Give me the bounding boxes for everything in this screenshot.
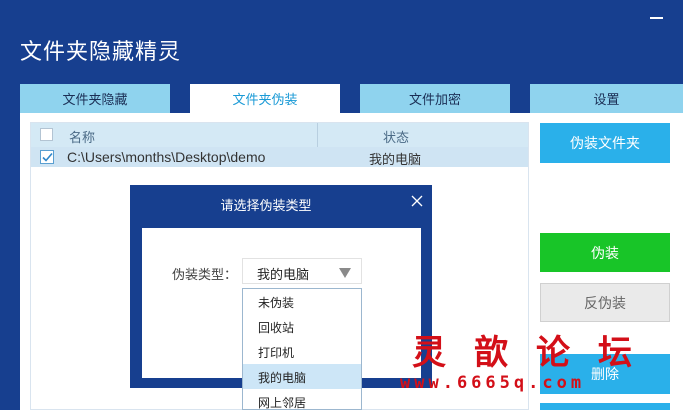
tab-settings[interactable]: 设置 xyxy=(530,84,683,113)
table-row[interactable]: C:\Users\months\Desktop\demo 我的电脑 xyxy=(31,147,528,168)
tab-folder-hide[interactable]: 文件夹隐藏 xyxy=(20,84,170,113)
undisguise-button[interactable]: 反伪装 xyxy=(540,283,670,322)
column-divider[interactable] xyxy=(317,123,318,147)
row-path: C:\Users\months\Desktop\demo xyxy=(67,149,266,165)
column-header-name[interactable]: 名称 xyxy=(69,127,95,146)
minimize-icon[interactable] xyxy=(646,10,668,26)
disguise-type-select[interactable]: 我的电脑 xyxy=(242,258,362,284)
watermark-title: 灵歆论坛 xyxy=(412,333,660,373)
tab-folder-disguise[interactable]: 文件夹伪装 xyxy=(190,84,340,113)
column-header-status[interactable]: 状态 xyxy=(383,127,409,146)
close-icon[interactable] xyxy=(409,193,425,209)
dialog-title: 请选择伪装类型 xyxy=(220,199,312,214)
disguise-button[interactable]: 伪装 xyxy=(540,233,670,272)
disguise-type-dropdown: 未伪装 回收站 打印机 我的电脑 网上邻居 xyxy=(242,288,362,410)
disguise-type-label: 伪装类型： xyxy=(172,268,238,283)
select-all-checkbox[interactable] xyxy=(40,128,53,141)
option-none[interactable]: 未伪装 xyxy=(243,289,361,314)
title-bar: 文件夹隐藏精灵 xyxy=(0,0,683,82)
list-header: 名称 状态 xyxy=(31,123,528,147)
tab-file-encrypt[interactable]: 文件加密 xyxy=(360,84,510,113)
select-value: 我的电脑 xyxy=(257,268,310,283)
option-printer[interactable]: 打印机 xyxy=(243,339,361,364)
checkmark-icon xyxy=(42,152,53,162)
disguise-folder-button[interactable]: 伪装文件夹 xyxy=(540,123,670,163)
watermark-url: www.6665q.com xyxy=(400,373,586,393)
row-checkbox[interactable] xyxy=(40,150,54,164)
option-network[interactable]: 网上邻居 xyxy=(243,389,361,409)
app-title: 文件夹隐藏精灵 xyxy=(20,40,182,65)
option-recycle-bin[interactable]: 回收站 xyxy=(243,314,361,339)
next-button-partial[interactable] xyxy=(540,403,670,410)
row-status: 我的电脑 xyxy=(369,153,422,168)
dropdown-arrow-icon xyxy=(339,268,351,278)
option-my-computer[interactable]: 我的电脑 xyxy=(243,364,361,389)
